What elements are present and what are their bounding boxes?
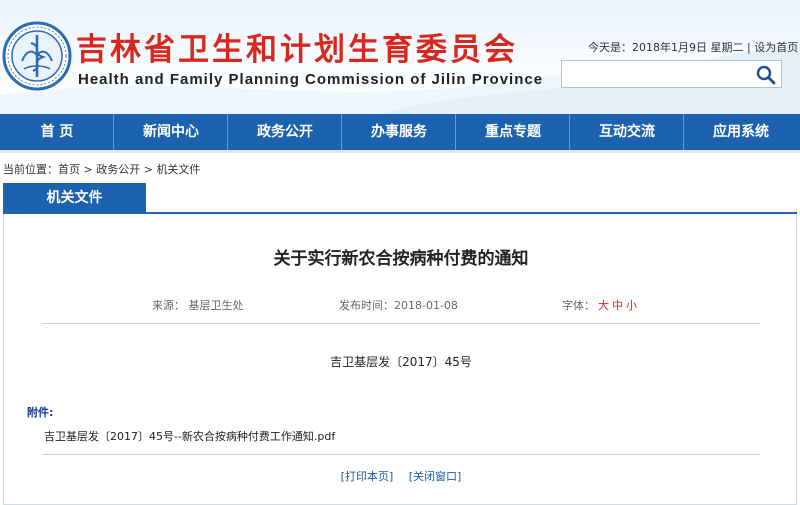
font-large-button[interactable]: 大 xyxy=(598,299,609,312)
nav-item-interaction[interactable]: 互动交流 xyxy=(570,114,684,150)
section-tab: 机关文件 xyxy=(3,183,146,213)
provincial-emblem-logo[interactable] xyxy=(2,21,72,91)
breadcrumb-separator: > xyxy=(80,163,97,176)
search-box xyxy=(561,60,782,88)
font-label: 字体： xyxy=(562,299,595,312)
meta-divider xyxy=(42,323,760,324)
font-small-button[interactable]: 小 xyxy=(626,299,637,312)
top-info-bar: 今天是：2018年1月9日 星期二 | 设为首页 xyxy=(588,39,798,55)
article-title: 关于实行新农合按病种付费的通知 xyxy=(273,249,529,269)
attachment-link[interactable]: 吉卫基层发〔2017〕45号--新农合按病种付费工作通知.pdf xyxy=(44,428,335,444)
breadcrumb-prefix: 当前位置： xyxy=(3,163,58,176)
source-value: 基层卫生处 xyxy=(188,299,244,312)
nav-item-services[interactable]: 办事服务 xyxy=(342,114,456,150)
nav-item-home[interactable]: 首 页 xyxy=(0,114,114,150)
section-bar: 机关文件 xyxy=(3,182,797,214)
breadcrumb-home[interactable]: 首页 xyxy=(58,163,80,176)
site-header: 吉林省卫生和计划生育委员会 Health and Family Planning… xyxy=(0,0,800,114)
page-actions: [打印本页] [关闭窗口] xyxy=(4,468,798,484)
set-homepage-link[interactable]: 设为首页 xyxy=(754,41,798,54)
today-label: 今天是： xyxy=(588,41,632,54)
nav-item-government-affairs[interactable]: 政务公开 xyxy=(228,114,342,150)
font-size-controls: 字体：大中小 xyxy=(562,297,637,313)
print-page-link[interactable]: [打印本页] xyxy=(341,470,394,483)
article-date: 发布时间：2018-01-08 xyxy=(339,297,458,313)
bottom-divider xyxy=(42,454,760,455)
date-label: 发布时间： xyxy=(339,299,394,312)
main-nav: 首 页 新闻中心 政务公开 办事服务 重点专题 互动交流 应用系统 xyxy=(0,114,800,150)
nav-item-applications[interactable]: 应用系统 xyxy=(684,114,798,150)
search-icon[interactable] xyxy=(755,64,777,86)
nav-underline xyxy=(0,150,800,153)
article-source: 来源： 基层卫生处 xyxy=(152,297,244,313)
breadcrumb-government-affairs[interactable]: 政务公开 xyxy=(96,163,140,176)
font-medium-button[interactable]: 中 xyxy=(612,299,623,312)
search-input[interactable] xyxy=(562,61,752,87)
nav-item-key-topics[interactable]: 重点专题 xyxy=(456,114,570,150)
close-window-link[interactable]: [关闭窗口] xyxy=(409,470,462,483)
attachment-label: 附件: xyxy=(27,406,54,419)
date-value: 2018-01-08 xyxy=(394,299,458,312)
site-subtitle: Health and Family Planning Commission of… xyxy=(78,71,544,88)
weekday: 星期二 xyxy=(710,41,744,54)
info-separator: | xyxy=(743,41,755,54)
nav-item-news[interactable]: 新闻中心 xyxy=(114,114,228,150)
breadcrumb: 当前位置：首页 > 政务公开 > 机关文件 xyxy=(3,161,200,177)
article-panel: 关于实行新农合按病种付费的通知 来源： 基层卫生处 发布时间：2018-01-0… xyxy=(3,214,797,505)
breadcrumb-separator: > xyxy=(140,163,157,176)
source-label: 来源： xyxy=(152,299,185,312)
breadcrumb-current: 机关文件 xyxy=(156,163,201,176)
document-number: 吉卫基层发〔2017〕45号 xyxy=(330,355,472,369)
today-date: 2018年1月9日 xyxy=(632,41,707,54)
site-title: 吉林省卫生和计划生育委员会 xyxy=(76,32,518,68)
